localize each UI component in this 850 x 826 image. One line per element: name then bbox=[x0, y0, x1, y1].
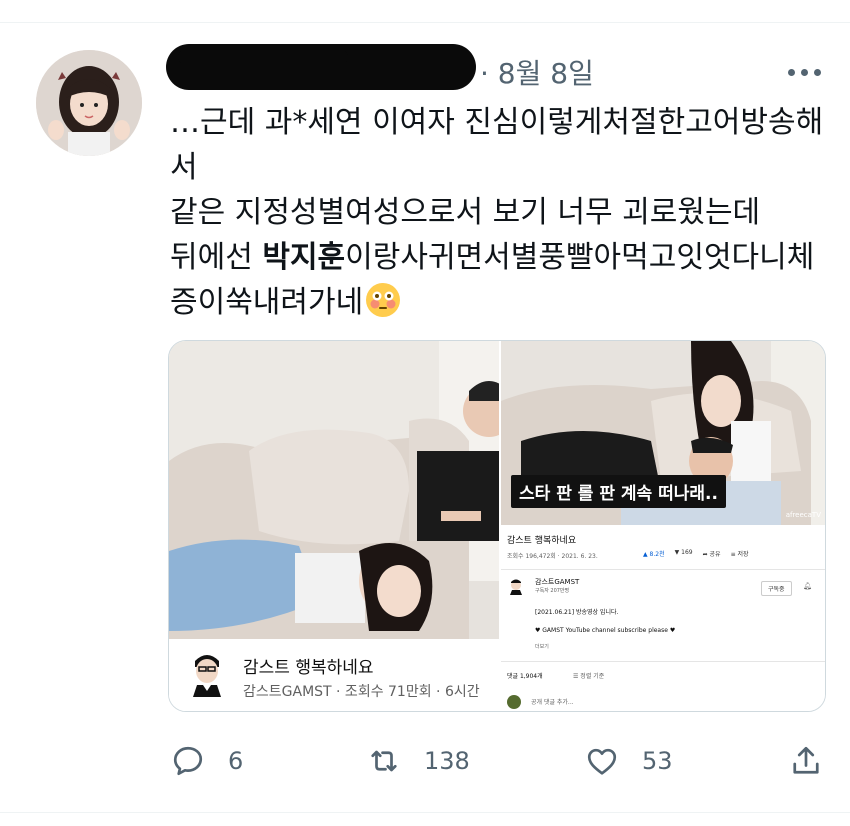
top-divider bbox=[0, 22, 850, 23]
media-image-right[interactable]: 스타 판 롤 판 계속 떠나래.. afreecaTV 감스트 행복하네요 조회… bbox=[501, 341, 825, 711]
tweet-bold-name: 박지훈 bbox=[262, 240, 346, 275]
avatar-image bbox=[36, 50, 142, 156]
retweet-count: 138 bbox=[424, 747, 470, 775]
video-title-right: 감스트 행복하네요 bbox=[507, 536, 577, 546]
channel-avatar-icon bbox=[185, 651, 229, 697]
youtube-info-left: 감스트 행복하네요 감스트GAMST · 조회수 71만회 · 6시간 bbox=[169, 639, 499, 711]
tweet-line-4: 뒤에선 박지훈이랑사귀면서별풍빨아먹고잇엇다니체 bbox=[170, 235, 830, 280]
tweet-actions: 6 138 53 bbox=[0, 738, 850, 788]
like-button[interactable]: 53 bbox=[584, 738, 673, 784]
comment-count: 댓글 1,904개 bbox=[507, 673, 543, 680]
video-meta-right: 조회수 196,472회 · 2021. 6. 23. bbox=[507, 553, 598, 560]
share-label[interactable]: ➦ 공유 bbox=[703, 549, 721, 558]
share-button[interactable] bbox=[788, 738, 824, 784]
dislike-count[interactable]: ▼ 169 bbox=[675, 549, 693, 558]
sort-button[interactable]: ☰ 정렬 기준 bbox=[573, 671, 604, 680]
tweet-media[interactable]: 감스트 행복하네요 감스트GAMST · 조회수 71만회 · 6시간 스타 판… bbox=[168, 340, 826, 712]
subscribe-button[interactable]: 구독중 bbox=[761, 581, 792, 596]
sofa-scene-image bbox=[169, 341, 515, 639]
divider bbox=[501, 569, 825, 570]
tweet-text: …근데 과*세연 이여자 진심이렇게처절한고어방송해 서 같은 지정성별여성으로… bbox=[170, 100, 830, 325]
tweet-line-4-start: 뒤에선 bbox=[170, 240, 263, 275]
description-line-1: [2021.06.21] 방송영상 입니다. bbox=[535, 609, 619, 616]
description-line-2: ♥ GAMST YouTube channel subscribe please… bbox=[535, 627, 676, 634]
tweet-line-2: 서 bbox=[170, 150, 198, 185]
tweet-line-5-text: 증이쑥내려가네 bbox=[170, 285, 364, 320]
bottom-divider bbox=[0, 812, 850, 813]
bell-icon[interactable]: 🔔︎ bbox=[803, 582, 812, 590]
flushed-face-icon bbox=[366, 283, 401, 317]
watermark-text: afreecaTV bbox=[785, 511, 821, 519]
tweet-line-5: 증이쑥내려가네 bbox=[170, 280, 830, 325]
tweet-line-1: …근데 과*세연 이여자 진심이렇게처절한고어방송해 bbox=[170, 105, 824, 140]
share-icon bbox=[793, 746, 819, 774]
reply-icon bbox=[173, 746, 203, 776]
channel-name: 감스트GAMST bbox=[535, 578, 580, 586]
add-comment-field[interactable]: 공개 댓글 추가... bbox=[531, 697, 574, 706]
reply-count: 6 bbox=[228, 747, 244, 775]
video-title-left: 감스트 행복하네요 bbox=[243, 658, 374, 678]
more-link[interactable]: 더보기 bbox=[535, 643, 549, 650]
reply-button[interactable]: 6 bbox=[170, 738, 243, 784]
user-avatar[interactable] bbox=[36, 50, 142, 156]
video-actions: ▲ 8.2천 ▼ 169 ➦ 공유 ≡ 저장 bbox=[643, 549, 749, 558]
commenter-avatar bbox=[507, 695, 521, 709]
more-options-icon[interactable] bbox=[788, 62, 824, 82]
divider bbox=[501, 661, 825, 662]
video-caption: 스타 판 롤 판 계속 떠나래.. bbox=[511, 475, 726, 508]
tweet-line-3: 같은 지정성별여성으로서 보기 너무 괴로웠는데 bbox=[170, 195, 761, 230]
subscriber-count: 구독자 207만명 bbox=[535, 588, 570, 594]
channel-avatar-small-icon bbox=[507, 577, 525, 595]
like-count[interactable]: ▲ 8.2천 bbox=[643, 549, 665, 558]
video-meta-left: 감스트GAMST · 조회수 71만회 · 6시간 bbox=[243, 684, 480, 700]
heart-icon bbox=[587, 748, 617, 775]
retweet-icon bbox=[371, 750, 397, 772]
redacted-username bbox=[166, 44, 476, 90]
save-label[interactable]: ≡ 저장 bbox=[731, 549, 749, 558]
like-count-tweet: 53 bbox=[642, 747, 673, 775]
media-image-left[interactable]: 감스트 행복하네요 감스트GAMST · 조회수 71만회 · 6시간 bbox=[169, 341, 515, 711]
tweet-date[interactable]: · 8월 8일 bbox=[480, 52, 594, 92]
tweet-line-4-end: 이랑사귀면서별풍빨아먹고잇엇다니체 bbox=[345, 240, 815, 275]
retweet-button[interactable]: 138 bbox=[366, 738, 470, 784]
